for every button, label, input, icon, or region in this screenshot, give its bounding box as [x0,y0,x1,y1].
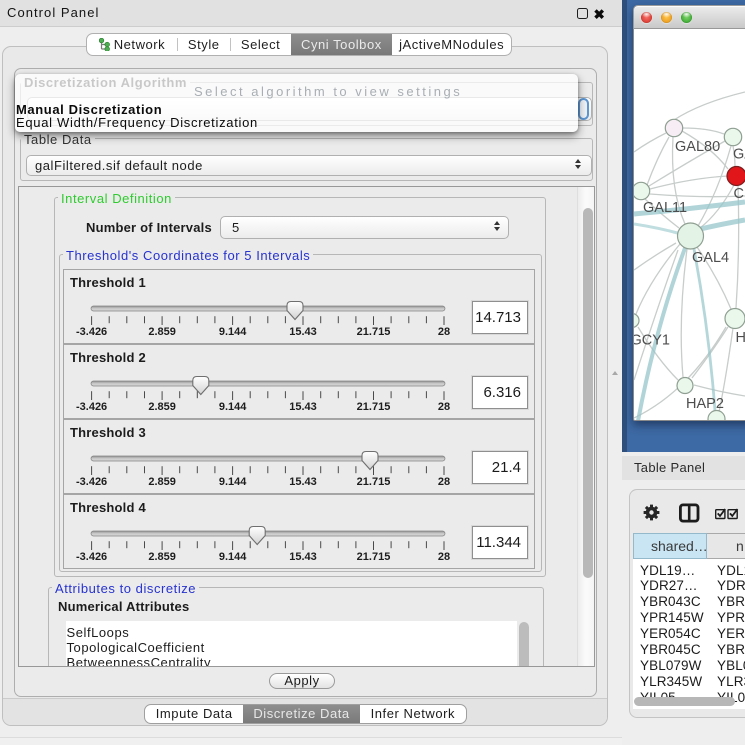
svg-text:2.859: 2.859 [148,551,176,563]
svg-text:-3.426: -3.426 [76,326,107,338]
svg-text:9.144: 9.144 [219,551,247,563]
svg-text:15.43: 15.43 [289,551,317,563]
svg-text:H: H [736,330,745,346]
svg-text:9.144: 9.144 [219,401,247,413]
svg-text:21.715: 21.715 [357,401,391,413]
svg-text:28: 28 [438,551,450,563]
svg-text:2.859: 2.859 [148,401,176,413]
svg-text:15.43: 15.43 [289,476,317,488]
svg-text:-3.426: -3.426 [76,551,107,563]
svg-text:2.859: 2.859 [148,476,176,488]
svg-text:28: 28 [438,476,450,488]
svg-text:-3.426: -3.426 [76,401,107,413]
svg-text:GAL80: GAL80 [675,139,720,155]
svg-text:C: C [734,186,744,202]
svg-text:GAL11: GAL11 [643,200,687,216]
svg-text:21.715: 21.715 [357,476,391,488]
svg-text:HAP2: HAP2 [686,396,724,412]
svg-text:GA: GA [733,147,745,163]
svg-text:9.144: 9.144 [219,476,247,488]
svg-text:GAL4: GAL4 [692,250,729,266]
svg-text:28: 28 [438,401,450,413]
svg-text:-3.426: -3.426 [76,476,107,488]
svg-text:28: 28 [438,326,450,338]
svg-text:21.715: 21.715 [357,551,391,563]
svg-text:15.43: 15.43 [289,326,317,338]
svg-text:21.715: 21.715 [357,326,391,338]
svg-text:15.43: 15.43 [289,401,317,413]
svg-text:9.144: 9.144 [219,326,247,338]
svg-text:GCY1: GCY1 [634,333,670,349]
svg-text:2.859: 2.859 [148,326,176,338]
